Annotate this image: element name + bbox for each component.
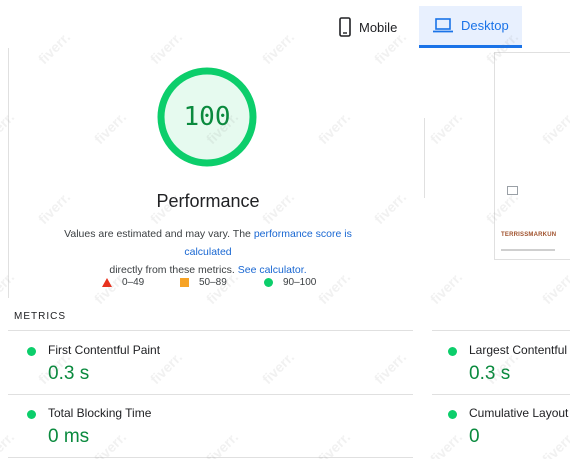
performance-gauge: 100: [155, 65, 259, 169]
tab-desktop-label: Desktop: [461, 18, 509, 33]
performance-title: Performance: [156, 191, 260, 211]
desc-text-1: Values are estimated and may vary. The: [64, 228, 254, 240]
legend-pass-range: 90–100: [283, 276, 317, 288]
card-left-border: [8, 48, 9, 298]
metric-value: 0.3 s: [469, 363, 511, 384]
watermark-text: fiverr.: [370, 348, 410, 388]
metric-value: 0 ms: [48, 426, 90, 447]
thumbnail-text-line: [501, 249, 555, 251]
metrics-row-divider-right: [432, 394, 570, 395]
legend-fail-range: 0–49: [122, 276, 145, 288]
device-tabs: Mobile Desktop: [0, 0, 570, 48]
legend-pass: 90–100: [264, 275, 316, 289]
metric-name: Total Blocking Time: [48, 406, 152, 420]
tab-desktop[interactable]: Desktop: [419, 6, 522, 48]
watermark-text: fiverr.: [0, 428, 18, 459]
metrics-bottom-divider: [8, 457, 413, 458]
metric-name: Cumulative Layout: [469, 406, 569, 420]
metric-value: 0: [469, 426, 480, 447]
watermark-text: fiverr.: [538, 268, 570, 308]
legend-average-range: 50–89: [199, 276, 227, 288]
mail-icon: [507, 186, 518, 195]
page-screenshot-thumbnail[interactable]: TERRISSMARKUN: [494, 52, 570, 260]
watermark-text: fiverr.: [314, 428, 354, 459]
watermark-text: fiverr.: [370, 188, 410, 228]
laptop-icon: [433, 18, 453, 33]
legend-fail: 0–49: [102, 275, 144, 289]
performance-description: Values are estimated and may vary. The p…: [40, 225, 376, 279]
watermark-text: fiverr.: [314, 108, 354, 148]
pass-circle-icon: [448, 410, 457, 419]
square-icon: [180, 277, 189, 287]
phone-icon: [339, 17, 351, 37]
watermark-text: fiverr.: [34, 188, 74, 228]
performance-score: 100: [183, 102, 231, 132]
tab-mobile[interactable]: Mobile: [339, 6, 397, 48]
tab-mobile-label: Mobile: [359, 19, 398, 35]
metric-name: Largest Contentful: [469, 343, 568, 357]
metrics-divider-left: [8, 330, 413, 331]
metrics-divider-right: [432, 330, 570, 331]
card-divider: [424, 118, 425, 198]
watermark-text: fiverr.: [538, 428, 570, 459]
watermark-text: fiverr.: [258, 348, 298, 388]
metric-name: First Contentful Paint: [48, 343, 161, 357]
watermark-text: fiverr.: [90, 428, 130, 459]
watermark-text: fiverr.: [426, 428, 466, 459]
triangle-icon: [102, 277, 112, 287]
watermark-text: fiverr.: [202, 428, 242, 459]
pass-circle-icon: [27, 347, 36, 356]
watermark-text: fiverr.: [90, 108, 130, 148]
metric-value: 0.3 s: [48, 363, 90, 384]
metrics-row-divider-left: [8, 394, 413, 395]
legend-average: 50–89: [180, 275, 227, 289]
metrics-heading: METRICS: [14, 311, 66, 322]
thumbnail-logo: TERRISSMARKUN: [501, 232, 557, 238]
watermark-text: fiverr.: [426, 108, 466, 148]
pass-circle-icon: [27, 410, 36, 419]
watermark-text: fiverr.: [426, 268, 466, 308]
circle-icon: [264, 277, 273, 287]
pass-circle-icon: [448, 347, 457, 356]
